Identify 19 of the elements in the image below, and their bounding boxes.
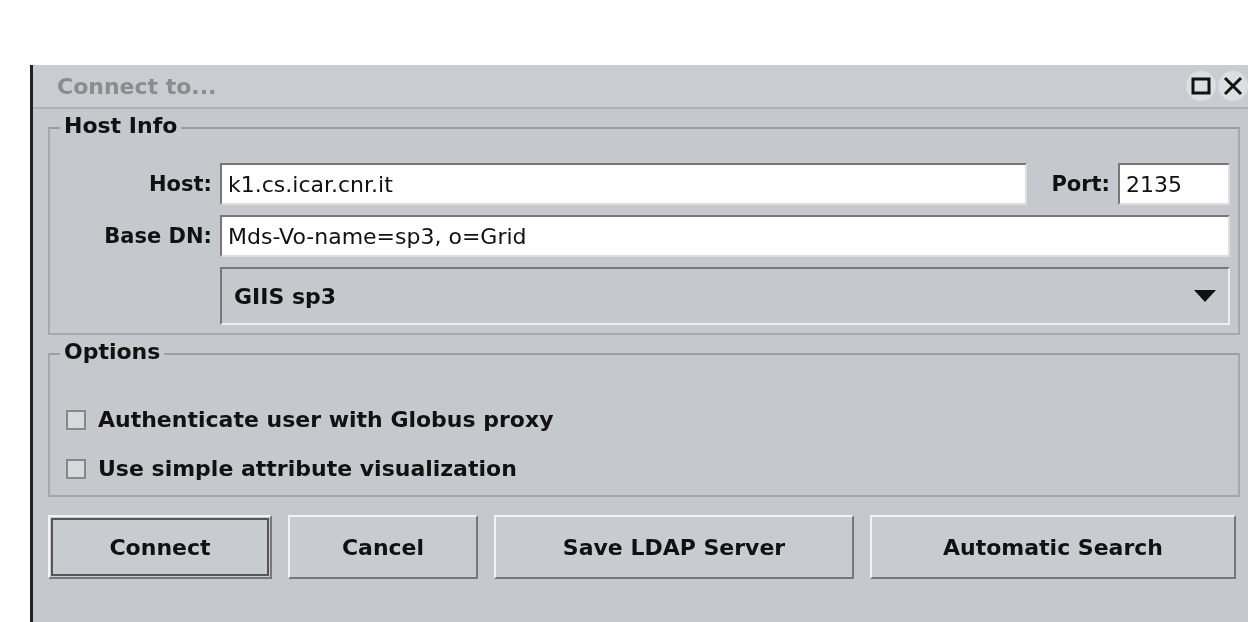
dialog-button[interactable]: Automatic Search	[870, 515, 1236, 579]
window-title: Connect to...	[57, 73, 217, 99]
checkbox[interactable]	[66, 458, 86, 479]
dialog-button[interactable]: Connect	[48, 515, 272, 579]
dialog-button[interactable]: Cancel	[288, 515, 478, 579]
checkbox-option[interactable]: Authenticate user with Globus proxy	[66, 407, 1222, 432]
maximize-icon[interactable]	[1186, 71, 1216, 101]
field-label: Base DN:	[103, 224, 212, 248]
dialog-button[interactable]: Save LDAP Server	[494, 515, 854, 579]
field-label: Host:	[148, 172, 212, 196]
dropdown-arrow-icon	[1194, 290, 1216, 302]
base-dn-field[interactable]: Mds-Vo-name=sp3, o=Grid	[220, 215, 1230, 257]
field-label: Port:	[1050, 172, 1110, 196]
port-field[interactable]: 2135	[1118, 163, 1230, 205]
checkbox-option[interactable]: Use simple attribute visualization	[66, 456, 1222, 481]
close-icon[interactable]	[1218, 71, 1248, 101]
host-field[interactable]: k1.cs.icar.cnr.it	[220, 163, 1028, 205]
checkbox[interactable]	[66, 409, 86, 430]
server-dropdown[interactable]: GIIS sp3	[220, 267, 1230, 325]
